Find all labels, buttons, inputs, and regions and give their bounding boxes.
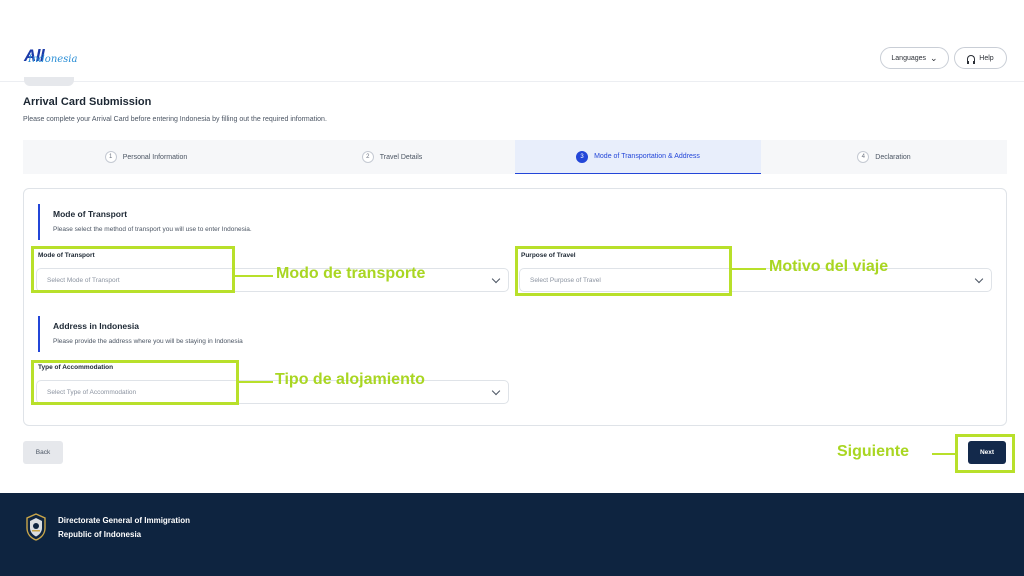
progress-stepper: 1 Personal Information 2 Travel Details … [23,140,1007,174]
page-title: Arrival Card Submission [23,96,152,108]
annotation-highlight-next [955,434,1015,473]
annotation-label-mode-of-transport: Modo de transporte [276,265,426,282]
chevron-down-icon: ⌄ [930,52,938,63]
help-label: Help [979,54,994,62]
footer: Directorate General of Immigration Repub… [0,493,1024,576]
step-number: 4 [857,151,870,163]
top-header: All Indonesia Languages ⌄ Help [0,0,1024,82]
languages-label: Languages [891,54,927,62]
annotation-label-purpose-of-travel: Motivo del viaje [769,258,889,275]
transport-section-title: Mode of Transport [53,209,128,219]
section-accent-bar [38,316,40,352]
page-subtitle: Please complete your Arrival Card before… [23,116,327,123]
annotation-label-accommodation: Tipo de alojamiento [275,371,425,388]
immigration-emblem-icon [26,513,46,541]
all-indonesia-logo[interactable]: All Indonesia [24,46,84,68]
help-button[interactable]: Help [954,47,1007,69]
annotation-connector [239,381,273,383]
footer-org-name: Directorate General of Immigration [58,516,191,525]
step-declaration[interactable]: 4 Declaration [761,140,1007,174]
step-label: Mode of Transportation & Address [594,153,700,160]
chevron-down-icon [491,386,501,396]
step-number: 3 [576,150,589,163]
annotation-highlight-mode-of-transport [31,246,235,293]
logo-sub-text: Indonesia [28,54,78,65]
annotation-highlight-purpose-of-travel [515,246,732,296]
step-mode-of-transportation[interactable]: 3 Mode of Transportation & Address [515,140,761,174]
address-section-description: Please provide the address where you wil… [53,338,243,345]
annotation-highlight-accommodation [31,360,239,405]
chevron-down-icon [491,274,501,284]
scrolled-tab-fragment [24,77,74,86]
headset-icon [967,54,976,64]
annotation-connector [732,268,766,270]
step-number: 2 [361,151,374,163]
step-label: Personal Information [122,153,188,161]
step-label: Declaration [875,153,911,161]
chevron-down-icon [974,274,984,284]
step-personal-information[interactable]: 1 Personal Information [23,140,269,174]
step-number: 1 [104,151,117,163]
transport-section-description: Please select the method of transport yo… [53,226,252,233]
step-travel-details[interactable]: 2 Travel Details [269,140,515,174]
languages-button[interactable]: Languages ⌄ [880,47,949,69]
step-label: Travel Details [379,153,423,161]
annotation-label-next: Siguiente [837,443,910,460]
section-accent-bar [38,204,40,240]
footer-country: Republic of Indonesia [58,530,142,539]
address-section-title: Address in Indonesia [53,321,139,331]
annotation-connector [235,275,273,277]
back-button[interactable]: Back [23,441,63,464]
annotation-connector [932,453,955,455]
